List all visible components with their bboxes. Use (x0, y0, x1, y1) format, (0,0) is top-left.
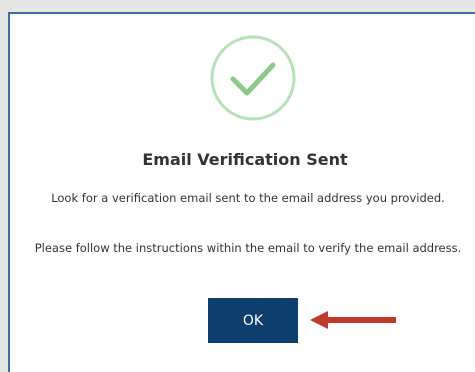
checkmark-circle-icon (210, 35, 296, 121)
red-arrow-left-icon (310, 311, 396, 329)
dialog-title: Email Verification Sent (142, 150, 348, 169)
verification-dialog: Email Verification Sent Look for a verif… (8, 12, 475, 372)
ok-button[interactable]: OK (208, 298, 298, 343)
dialog-message-instructions: Look for a verification email sent to th… (51, 191, 445, 205)
dialog-message-follow: Please follow the instructions within th… (34, 241, 462, 255)
